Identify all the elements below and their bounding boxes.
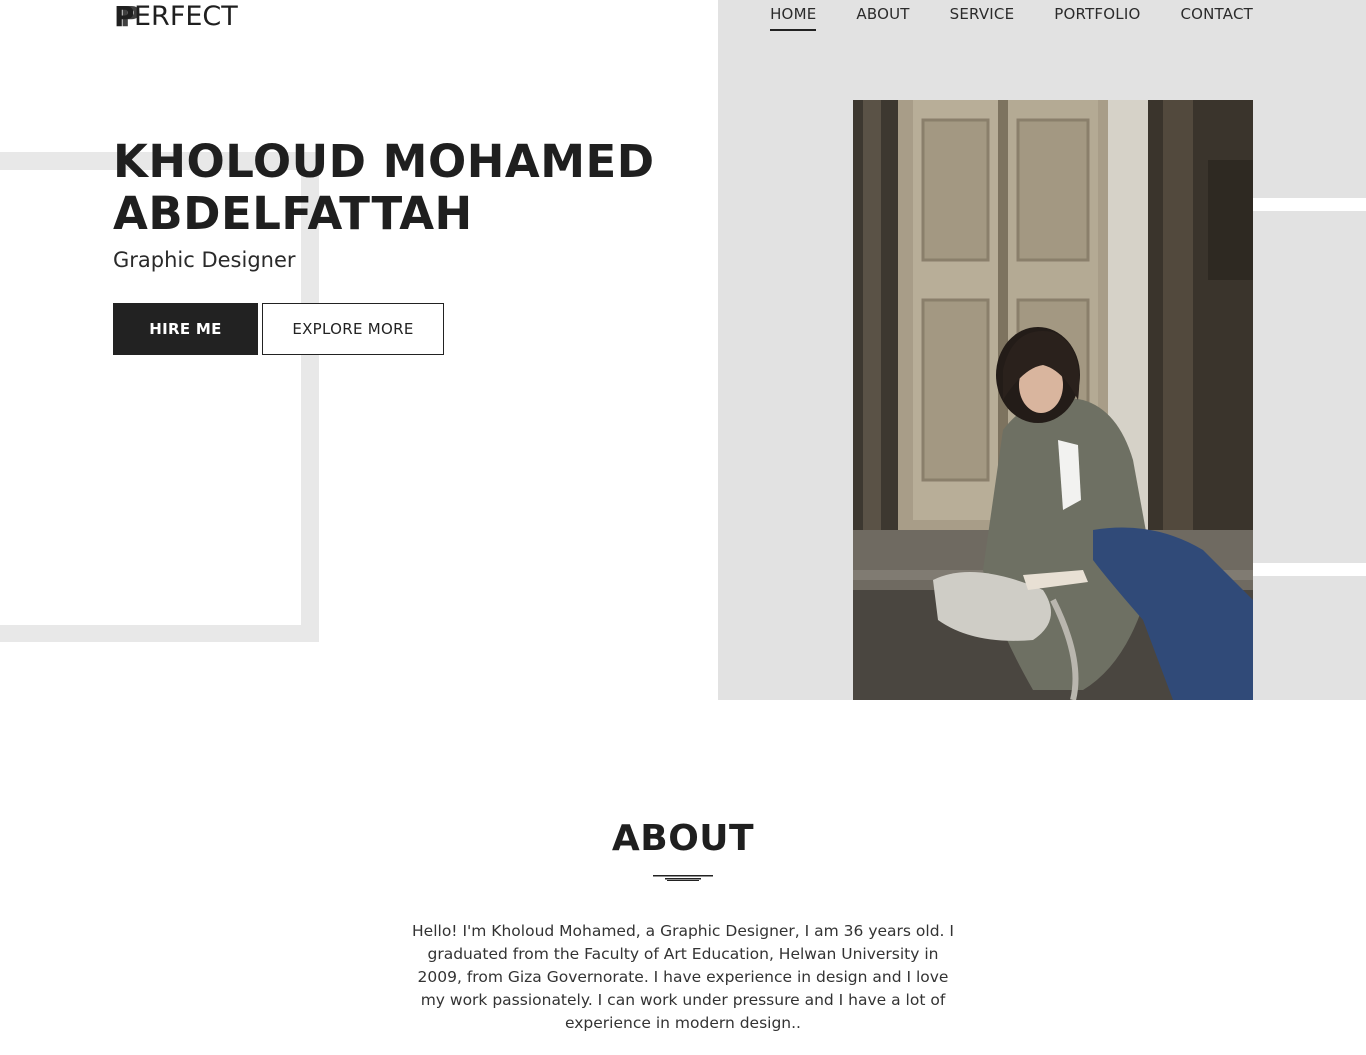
nav-service[interactable]: SERVICE bbox=[950, 5, 1015, 31]
hero-name-line2: ABDELFATTAH bbox=[113, 187, 473, 240]
site-logo[interactable]: P P ERFECT bbox=[114, 0, 238, 34]
hero-name-line1: KHOLOUD MOHAMED bbox=[113, 135, 655, 188]
hero-name: KHOLOUD MOHAMED ABDELFATTAH bbox=[113, 136, 713, 240]
portrait-illustration bbox=[853, 100, 1253, 700]
nav-contact[interactable]: CONTACT bbox=[1180, 5, 1253, 31]
page: P P ERFECT HOME ABOUT SERVICE PORTFOLIO … bbox=[0, 0, 1366, 1055]
about-section-title: ABOUT bbox=[611, 818, 755, 859]
logo-mark-icon: P P bbox=[114, 2, 141, 32]
main-navigation: HOME ABOUT SERVICE PORTFOLIO CONTACT bbox=[770, 5, 1253, 31]
nav-about[interactable]: ABOUT bbox=[856, 5, 909, 31]
decorative-stripe bbox=[1253, 563, 1366, 576]
about-description: Hello! I'm Kholoud Mohamed, a Graphic De… bbox=[412, 922, 954, 1032]
about-divider-icon bbox=[653, 875, 713, 881]
nav-portfolio[interactable]: PORTFOLIO bbox=[1054, 5, 1140, 31]
logo-mark-letter-shadow: P bbox=[120, 0, 141, 33]
decorative-stripe bbox=[1253, 198, 1366, 211]
nav-home[interactable]: HOME bbox=[770, 5, 817, 31]
logo-text: ERFECT bbox=[134, 1, 238, 32]
hire-me-button[interactable]: HIRE ME bbox=[113, 303, 258, 355]
hero-portrait-photo bbox=[853, 100, 1253, 700]
explore-more-button[interactable]: EXPLORE MORE bbox=[262, 303, 444, 355]
hero-role: Graphic Designer bbox=[113, 248, 296, 272]
